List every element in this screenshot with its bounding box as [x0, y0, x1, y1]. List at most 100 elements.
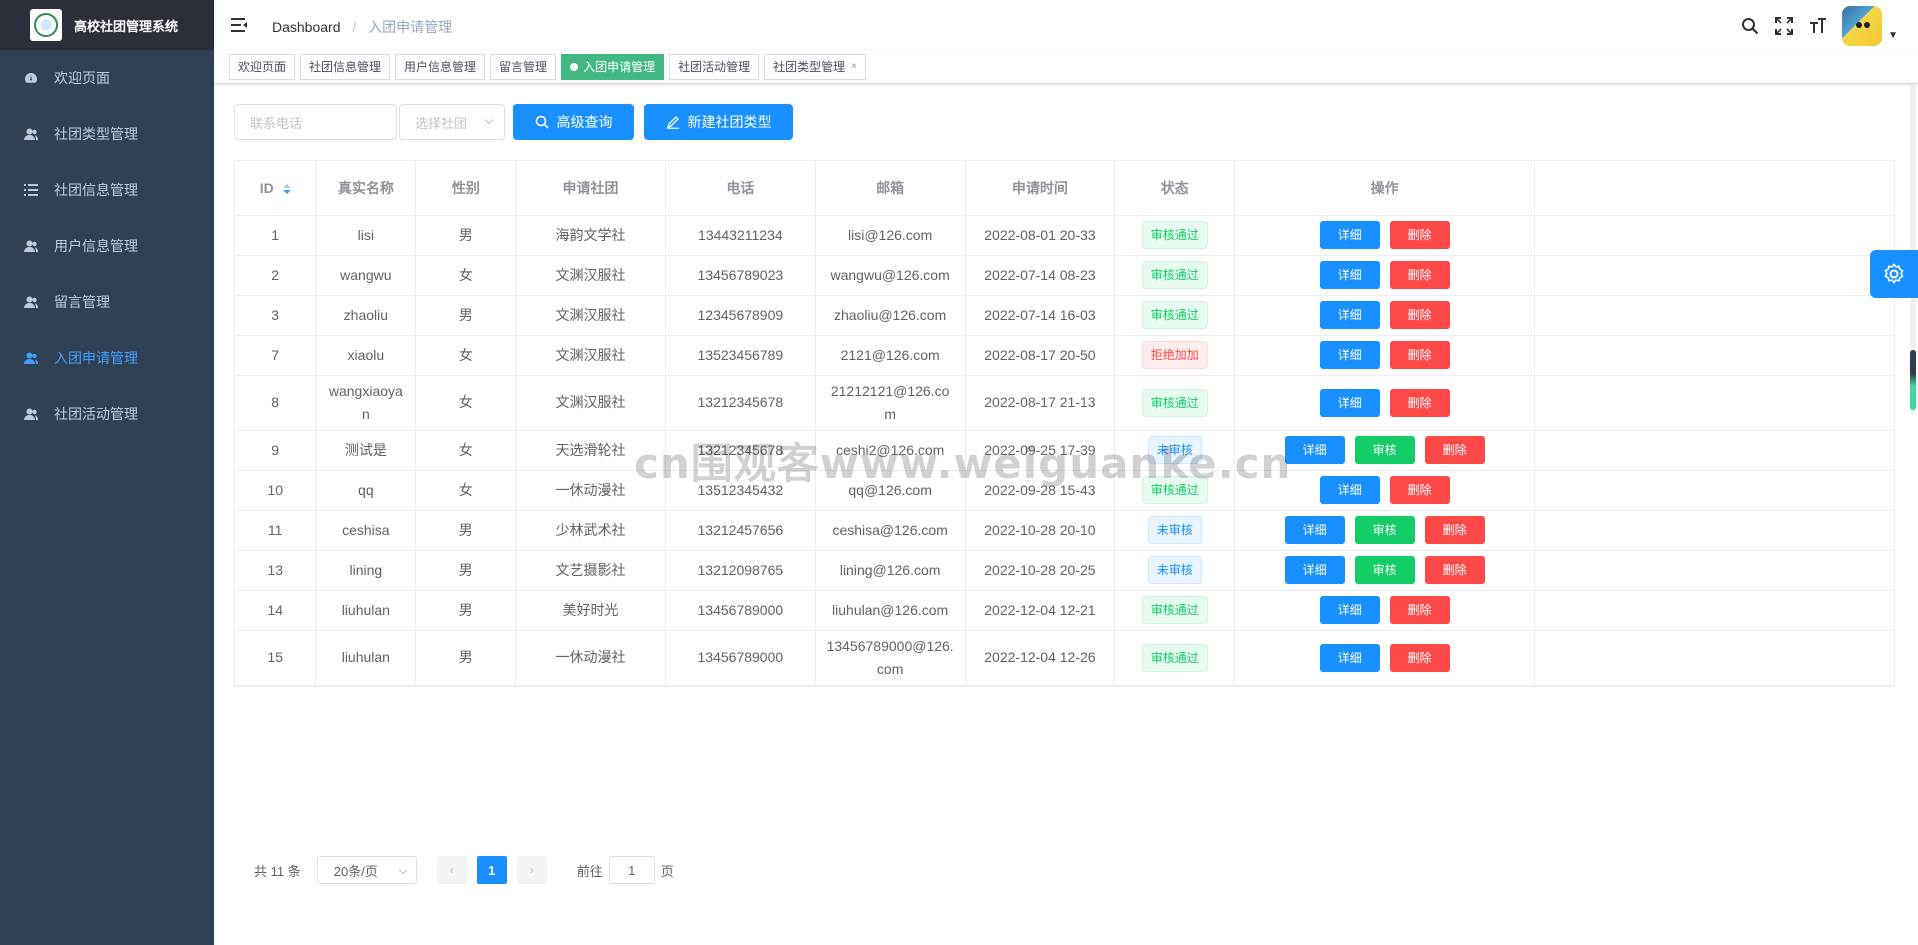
delete-button[interactable]: 删除: [1424, 556, 1485, 584]
delete-button[interactable]: 删除: [1424, 516, 1485, 544]
cell-gender: 男: [415, 630, 517, 686]
breadcrumb-home[interactable]: Dashboard: [272, 19, 341, 35]
sidebar-menu: 欢迎页面 社团类型管理 社团信息管理用户信息管理留言管理 入团申请管理 社团活动管理: [0, 50, 214, 442]
search-icon: [535, 115, 549, 129]
cell-phone: 13212345678: [665, 375, 816, 431]
delete-button[interactable]: 删除: [1389, 388, 1450, 417]
tab-5[interactable]: 社团活动管理: [669, 53, 760, 80]
tab-label: 用户信息管理: [404, 59, 477, 74]
cell-name: xiaolu: [315, 335, 417, 376]
column-header-email: 邮箱: [815, 161, 966, 216]
sort-caret-icon[interactable]: [282, 184, 291, 195]
detail-button[interactable]: 详细: [1319, 643, 1380, 672]
goto-page-input[interactable]: 1: [608, 856, 655, 884]
detail-button[interactable]: 详细: [1319, 301, 1380, 329]
breadcrumb: Dashboard / 入团申请管理: [272, 17, 452, 37]
detail-button[interactable]: 详细: [1284, 516, 1345, 544]
cell-time: 2022-09-25 17-39: [965, 430, 1116, 471]
detail-button[interactable]: 详细: [1319, 596, 1380, 624]
phone-input[interactable]: 联系电话: [234, 104, 397, 140]
table-row: 3 zhaoliu 男文渊汉服社 12345678909 zhaoliu@126.com…: [235, 295, 1894, 336]
status-badge: 审核通过: [1141, 221, 1208, 249]
tab-4[interactable]: 入团申请管理: [561, 53, 665, 80]
hamburger-icon[interactable]: [230, 16, 248, 34]
sidebar-item-4[interactable]: 留言管理: [0, 274, 214, 330]
delete-button[interactable]: 删除: [1389, 643, 1450, 672]
cell-id: 2: [235, 255, 317, 296]
sidebar: 高校社团管理系统 欢迎页面 社团类型管理 社团信息管理用户信息管理留言管理 入团申请管…: [0, 0, 214, 945]
cell-actions: 详细 删除: [1234, 255, 1536, 296]
cell-email: wangwu@126.com: [815, 255, 966, 296]
table-row: 13 lining 男文艺摄影社 13212098765 lining@126.com 2…: [235, 550, 1894, 591]
edit-icon: [666, 116, 679, 129]
table-row: 10 qq 女一休动漫社 13512345432 qq@126.com 2022-09-2…: [235, 470, 1894, 511]
logo: [30, 9, 62, 41]
detail-button[interactable]: 详细: [1319, 388, 1380, 417]
delete-button[interactable]: 删除: [1389, 221, 1450, 249]
cell-name: liuhulan: [315, 590, 417, 631]
sidebar-item-1[interactable]: 社团类型管理: [0, 106, 214, 162]
search-button[interactable]: 高级查询: [513, 104, 634, 140]
tab-label: 欢迎页面: [238, 59, 287, 74]
tab-6[interactable]: 社团类型管理 ×: [764, 53, 866, 80]
logo-bar[interactable]: 高校社团管理系统: [0, 0, 214, 50]
cell-gender: 女: [415, 430, 517, 471]
cell-phone: 13212098765: [665, 550, 816, 591]
audit-button[interactable]: 审核: [1354, 436, 1415, 464]
cell-club: 文渊汉服社: [515, 255, 666, 296]
tab-3[interactable]: 留言管理: [490, 53, 557, 80]
tab-label: 社团类型管理: [773, 59, 846, 74]
sidebar-item-0[interactable]: 欢迎页面: [0, 50, 214, 106]
next-page-button[interactable]: ›: [516, 856, 547, 884]
cell-phone: 13456789023: [665, 255, 816, 296]
scrollbar-thumb[interactable]: [1910, 350, 1916, 410]
sidebar-item-5[interactable]: 入团申请管理: [0, 330, 214, 386]
column-header-club: 申请社团: [515, 161, 666, 216]
cell-status: 审核通过: [1114, 590, 1236, 631]
table-row: 14 liuhulan 男美好时光 13456789000 liuhulan@126.c…: [235, 590, 1894, 631]
sidebar-item-6[interactable]: 社团活动管理: [0, 386, 214, 442]
tab-2[interactable]: 用户信息管理: [395, 53, 486, 80]
tab-1[interactable]: 社团信息管理: [300, 53, 391, 80]
delete-button[interactable]: 删除: [1389, 301, 1450, 329]
search-button-label: 高级查询: [556, 114, 613, 130]
cell-id: 3: [235, 295, 317, 336]
audit-button[interactable]: 审核: [1354, 516, 1415, 544]
detail-button[interactable]: 详细: [1319, 341, 1380, 369]
font-size-icon[interactable]: [1808, 16, 1828, 36]
club-select[interactable]: 选择社团: [399, 104, 505, 140]
page-size-select[interactable]: 20条/页: [316, 856, 417, 884]
delete-button[interactable]: 删除: [1424, 436, 1485, 464]
page-number-current[interactable]: 1: [476, 856, 507, 884]
detail-button[interactable]: 详细: [1319, 476, 1380, 504]
column-header-id[interactable]: ID: [235, 161, 317, 216]
avatar[interactable]: [1842, 6, 1883, 46]
tab-0[interactable]: 欢迎页面: [229, 53, 296, 80]
cell-actions: 详细 删除: [1234, 215, 1536, 256]
sidebar-item-3[interactable]: 用户信息管理: [0, 218, 214, 274]
cell-name: ceshisa: [315, 510, 417, 551]
delete-button[interactable]: 删除: [1389, 261, 1450, 289]
delete-button[interactable]: 删除: [1389, 341, 1450, 369]
audit-button[interactable]: 审核: [1354, 556, 1415, 584]
create-button[interactable]: 新建社团类型: [644, 104, 793, 140]
delete-button[interactable]: 删除: [1389, 596, 1450, 624]
detail-button[interactable]: 详细: [1319, 221, 1380, 249]
prev-page-button[interactable]: ‹: [436, 856, 467, 884]
delete-button[interactable]: 删除: [1389, 476, 1450, 504]
close-icon[interactable]: ×: [851, 55, 857, 79]
fullscreen-icon[interactable]: [1774, 16, 1794, 36]
cell-filler: [1534, 255, 1894, 296]
cell-email: 2121@126.com: [815, 335, 966, 376]
detail-button[interactable]: 详细: [1284, 556, 1345, 584]
sidebar-item-2[interactable]: 社团信息管理: [0, 162, 214, 218]
cell-email: liuhulan@126.com: [815, 590, 966, 631]
settings-button[interactable]: [1870, 250, 1918, 298]
sidebar-item-label: 用户信息管理: [54, 238, 138, 254]
search-icon[interactable]: [1740, 16, 1760, 36]
user-icon: [24, 295, 38, 309]
detail-button[interactable]: 详细: [1319, 261, 1380, 289]
chevron-down-icon[interactable]: ▼: [1888, 30, 1898, 41]
cell-id: 7: [235, 335, 317, 376]
detail-button[interactable]: 详细: [1284, 436, 1345, 464]
